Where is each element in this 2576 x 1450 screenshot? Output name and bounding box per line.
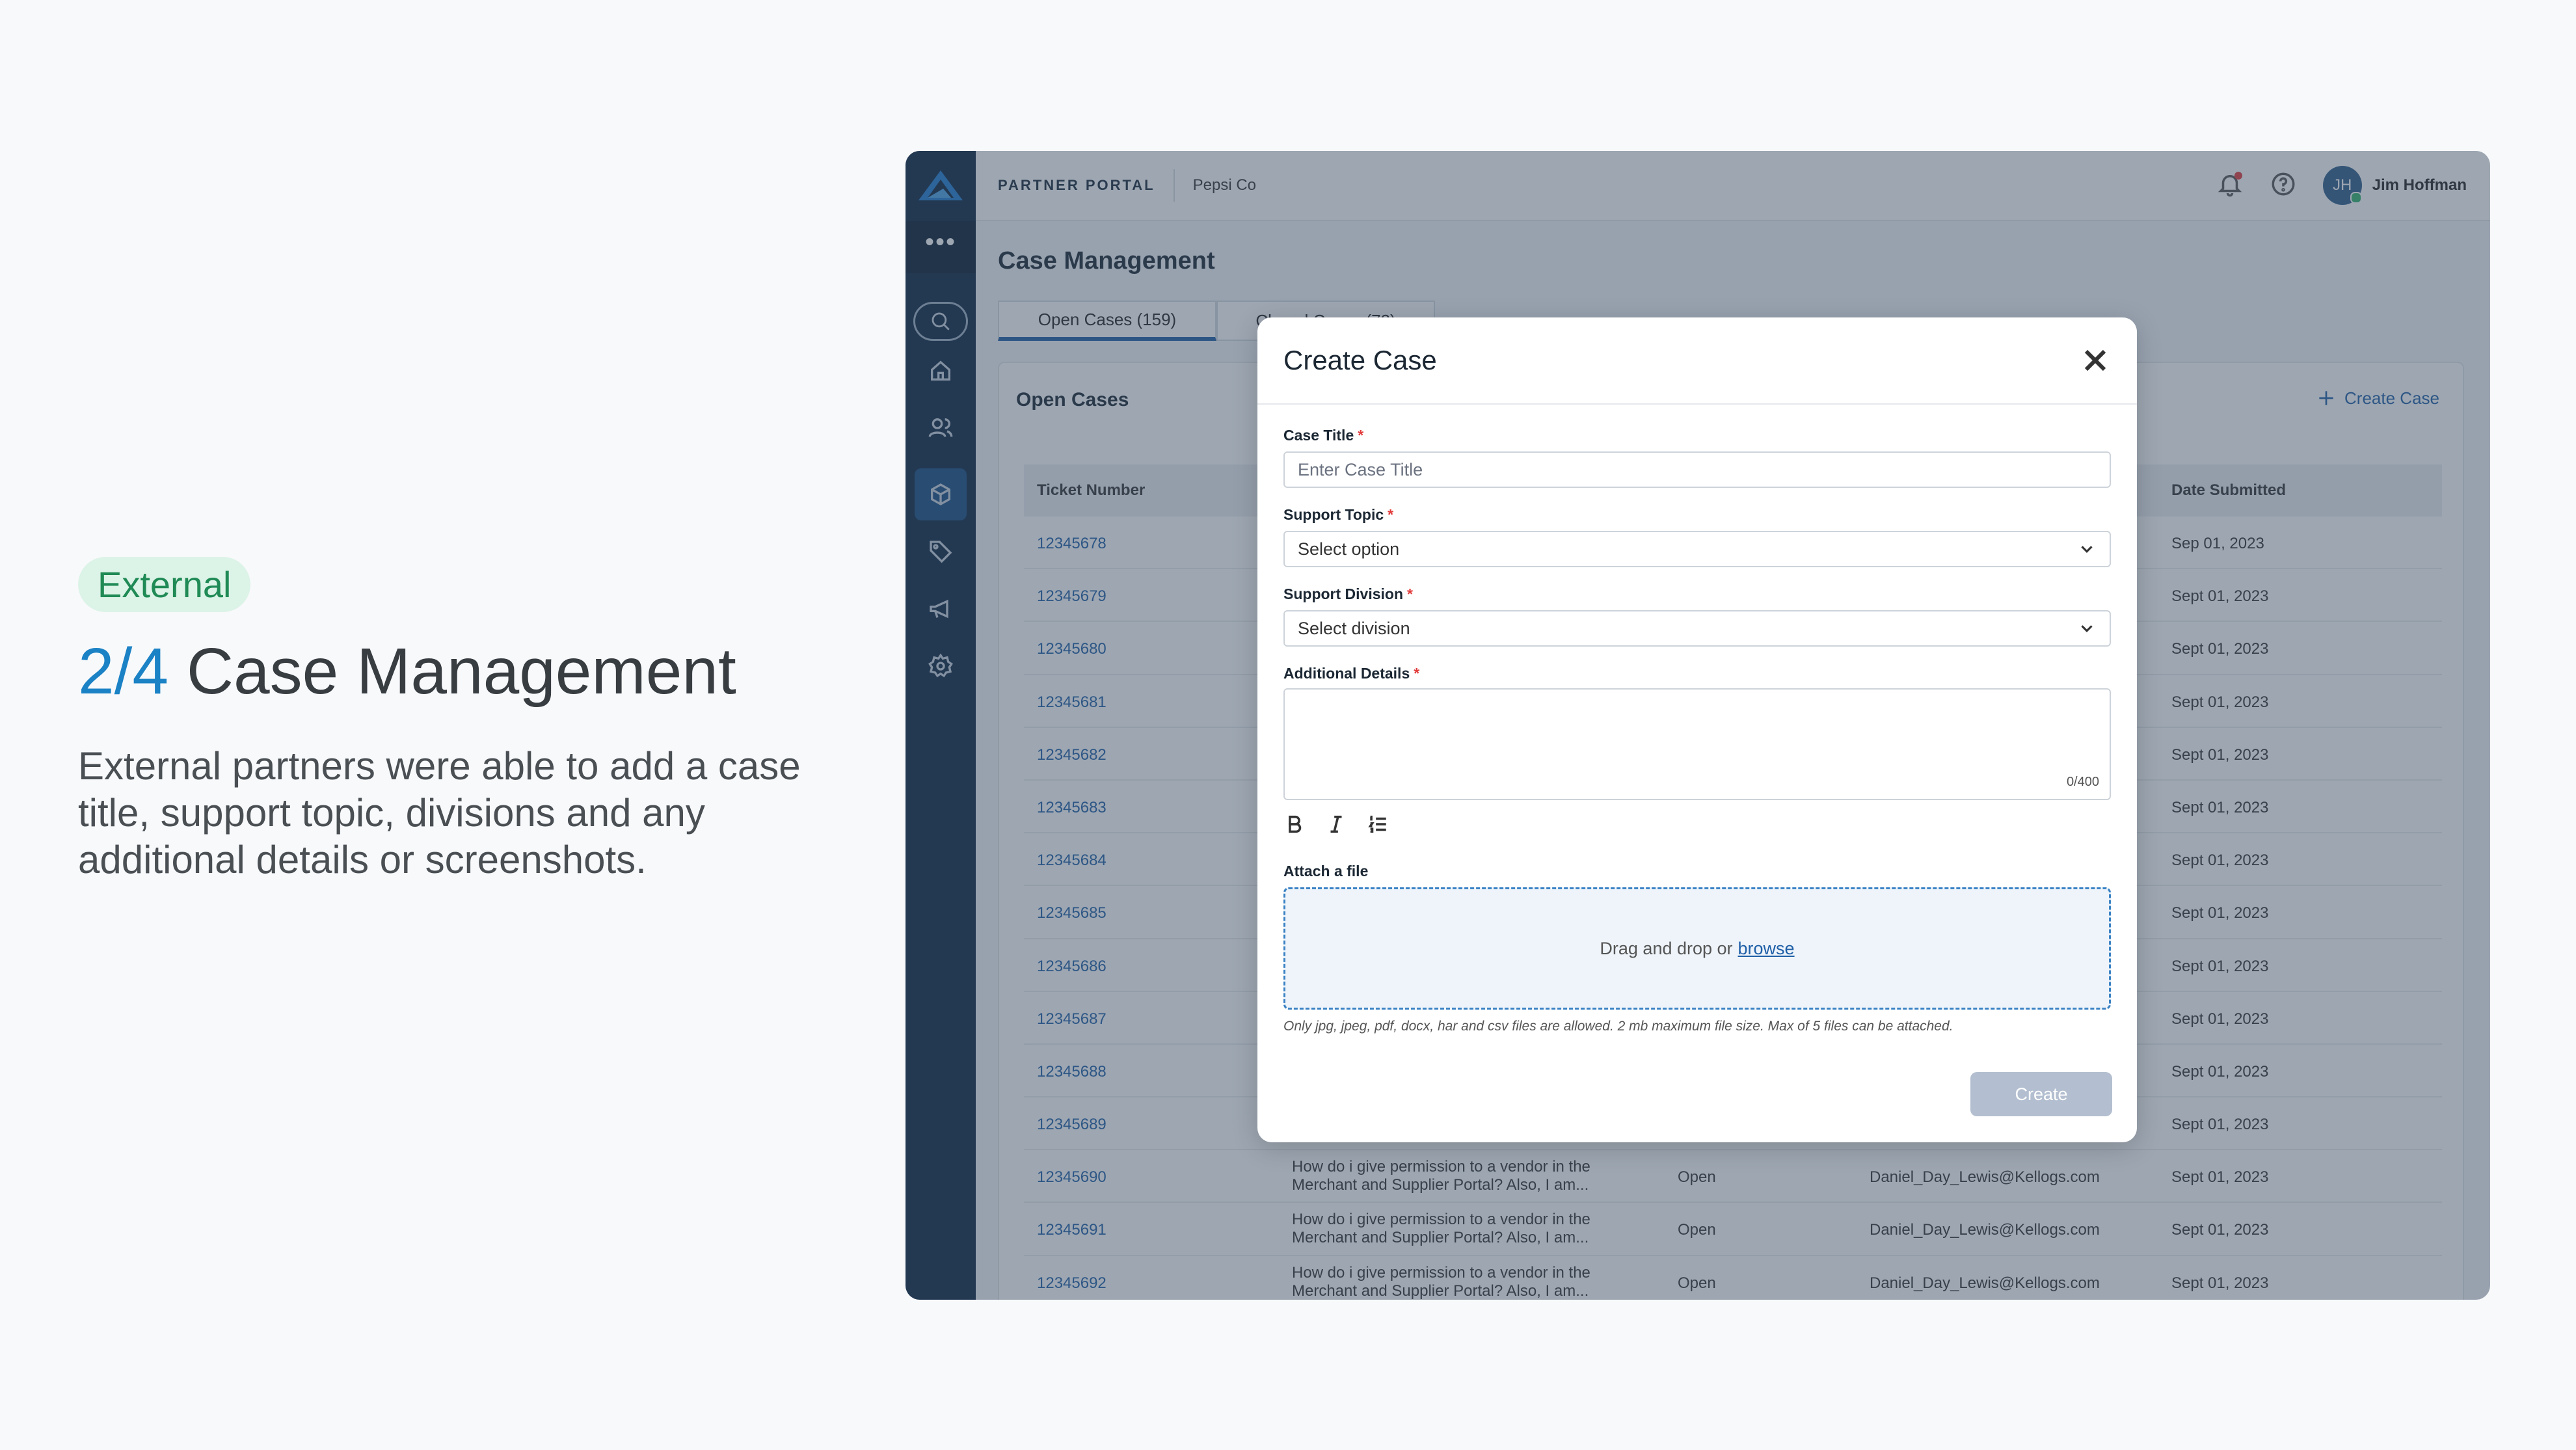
support-topic-label-text: Support Topic xyxy=(1283,506,1384,523)
create-button[interactable]: Create xyxy=(1970,1072,2112,1116)
dropzone-text: Drag and drop or xyxy=(1600,938,1733,958)
case-title-input[interactable]: Enter Case Title xyxy=(1283,451,2111,488)
support-topic-label: Support Topic * xyxy=(1283,506,1393,524)
attach-file-label: Attach a file xyxy=(1283,863,1369,879)
hero-description: External partners were able to add a cas… xyxy=(78,744,801,881)
numbered-list-button[interactable] xyxy=(1367,813,1389,839)
required-mark: * xyxy=(1407,585,1413,602)
close-button[interactable] xyxy=(2080,345,2111,376)
modal-header: Create Case xyxy=(1257,317,2137,405)
character-counter: 0/400 xyxy=(2066,775,2099,789)
italic-button[interactable] xyxy=(1325,813,1347,839)
required-mark: * xyxy=(1358,427,1364,444)
italic-icon xyxy=(1330,815,1342,833)
close-icon xyxy=(2084,349,2106,371)
support-division-value: Select division xyxy=(1298,618,1410,638)
hero-title: 2/4 Case Management xyxy=(78,634,878,709)
case-title-label-text: Case Title xyxy=(1283,427,1354,444)
required-mark: * xyxy=(1388,506,1394,523)
chevron-down-icon xyxy=(2081,625,2093,632)
numbered-list-icon xyxy=(1368,815,1386,833)
browse-link[interactable]: browse xyxy=(1738,939,1795,959)
case-title-label: Case Title * xyxy=(1283,427,1363,444)
create-case-modal: Create Case Case Title * Enter Case Title… xyxy=(1257,317,2137,1142)
hero-section: External 2/4 Case Management External pa… xyxy=(78,557,878,883)
file-hint: Only jpg, jpeg, pdf, docx, har and csv f… xyxy=(1283,1019,1953,1034)
chevron-down-icon xyxy=(2081,546,2093,553)
support-division-label: Support Division * xyxy=(1283,585,1413,603)
support-topic-select[interactable]: Select option xyxy=(1283,531,2111,567)
support-division-label-text: Support Division xyxy=(1283,585,1403,602)
hero-title-text: Case Management xyxy=(186,635,736,708)
additional-details-textarea[interactable]: 0/400 xyxy=(1283,688,2111,800)
bold-button[interactable] xyxy=(1283,813,1306,839)
external-badge: External xyxy=(78,557,251,612)
support-division-select[interactable]: Select division xyxy=(1283,610,2111,647)
text-format-toolbar xyxy=(1283,813,1389,839)
file-dropzone[interactable]: Drag and drop or browse xyxy=(1283,887,2111,1010)
additional-details-label: Additional Details * xyxy=(1283,665,1419,682)
support-topic-value: Select option xyxy=(1298,539,1400,559)
step-indicator: 2/4 xyxy=(78,635,169,708)
additional-details-label-text: Additional Details xyxy=(1283,665,1410,682)
modal-title: Create Case xyxy=(1283,345,1437,375)
required-mark: * xyxy=(1414,665,1420,682)
bold-icon xyxy=(1289,815,1302,833)
